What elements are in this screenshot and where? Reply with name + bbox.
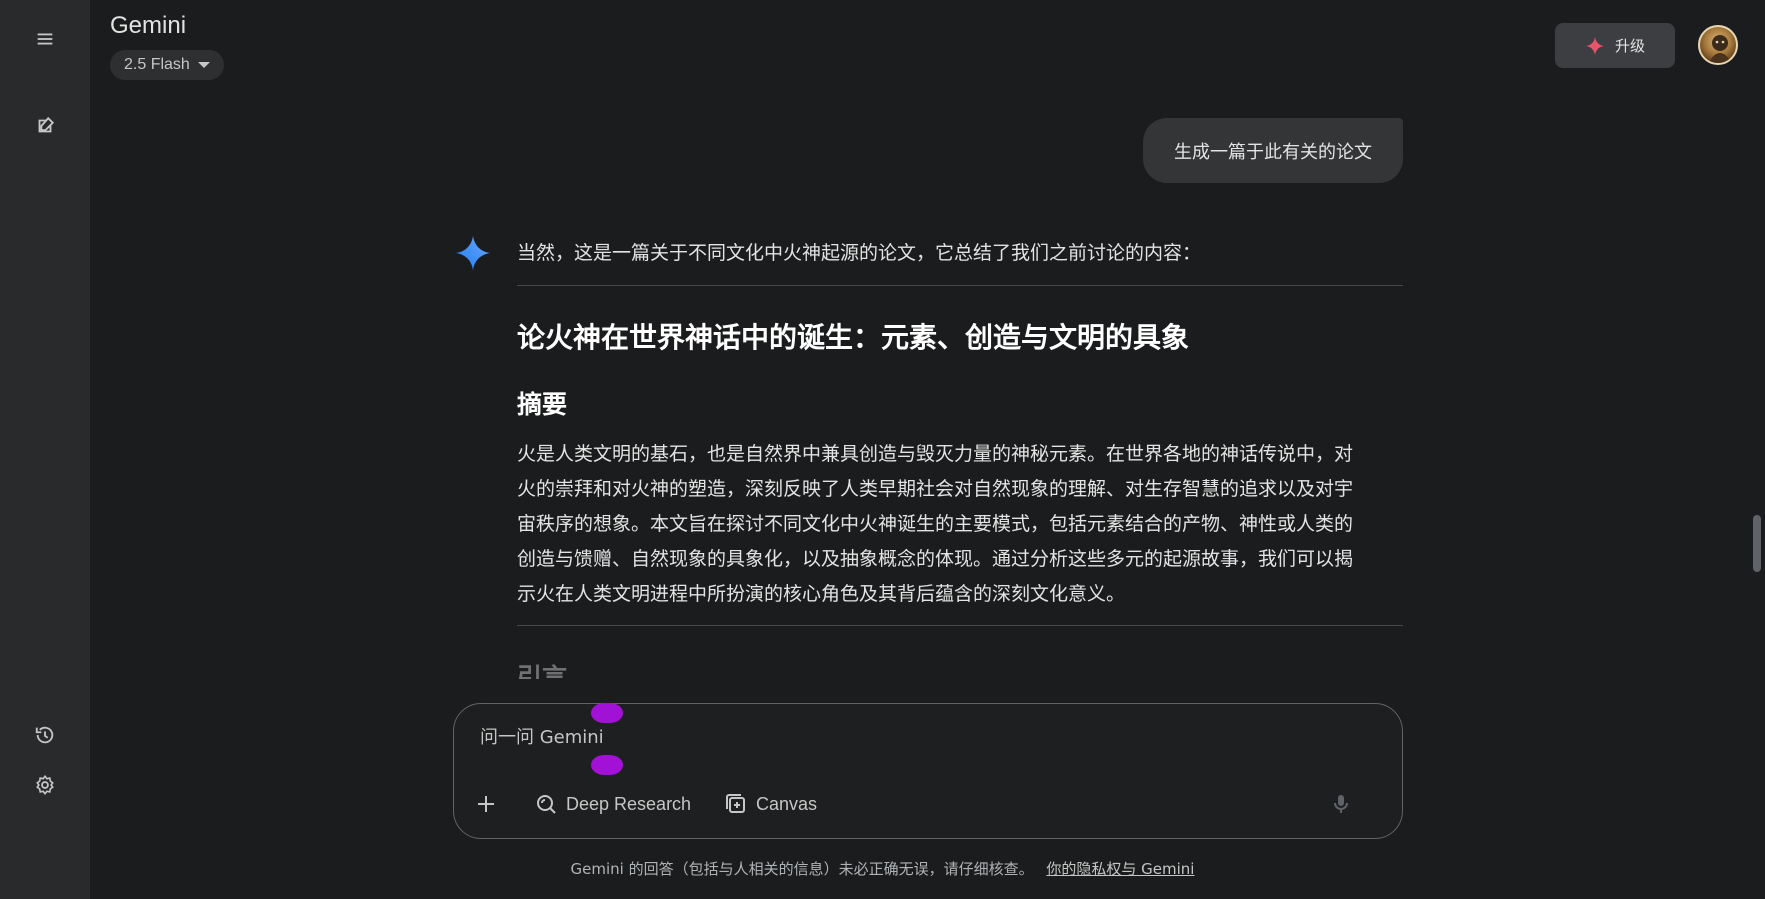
add-files-button[interactable] <box>474 787 498 821</box>
activity-button[interactable] <box>25 715 65 755</box>
upgrade-label: 升级 <box>1614 37 1645 55</box>
abstract-line: 创造与馈赠、自然现象的具象化，以及抽象概念的体现。通过分析这些多元的起源故事，我… <box>517 548 1354 570</box>
plus-icon <box>478 796 494 812</box>
app-title: Gemini <box>110 12 187 39</box>
menu-icon <box>37 33 53 45</box>
avatar-image <box>1709 35 1731 63</box>
disclaimer-text: Gemini 的回答（包括与人相关的信息）未必正确无误，请仔细核查。 <box>570 860 1034 878</box>
model-selector[interactable]: 2.5 Flash <box>110 50 224 80</box>
canvas-label: Canvas <box>756 793 818 814</box>
gear-icon <box>36 774 54 796</box>
chevron-down-icon <box>197 62 210 68</box>
gemini-logo-icon <box>455 235 491 271</box>
scrollbar-thumb[interactable] <box>1753 515 1761 572</box>
upgrade-button[interactable]: 升级 <box>1555 23 1675 68</box>
canvas-button[interactable]: Canvas <box>724 787 817 821</box>
user-message-text: 生成一篇于此有关的论文 <box>1174 141 1372 163</box>
response-intro: 当然，这是一篇关于不同文化中火神起源的论文，它总结了我们之前讨论的内容： <box>517 242 1202 264</box>
abstract-line: 示火在人类文明进程中所扮演的核心角色及其背后蕴含的深刻文化意义。 <box>517 583 1126 605</box>
spark-icon <box>1585 36 1605 55</box>
prompt-input[interactable] <box>478 726 1178 749</box>
model-label: 2.5 Flash <box>124 56 190 73</box>
new-chat-button[interactable] <box>25 106 65 146</box>
canvas-icon <box>726 794 745 813</box>
divider <box>517 285 1403 286</box>
abstract-line: 宙秩序的想象。本文旨在探讨不同文化中火神诞生的主要模式，包括元素结合的产物、神性… <box>517 513 1354 535</box>
history-icon <box>35 726 54 744</box>
microphone-icon <box>1334 795 1348 813</box>
cursor-marker-top <box>591 703 623 723</box>
settings-button[interactable] <box>25 765 65 805</box>
deep-research-button[interactable]: Deep Research <box>534 787 691 821</box>
intro-heading: 引言 <box>517 663 568 679</box>
abstract-line: 火的崇拜和对火神的塑造，深刻反映了人类早期社会对自然现象的理解、对生存智慧的追求… <box>517 478 1354 500</box>
microphone-button[interactable] <box>1329 787 1353 821</box>
footer-disclaimer: Gemini 的回答（包括与人相关的信息）未必正确无误，请仔细核查。 你的隐私权… <box>0 858 1765 879</box>
abstract-line: 火是人类文明的基石，也是自然界中兼具创造与毁灭力量的神秘元素。在世界各地的神话传… <box>517 443 1354 465</box>
deep-research-icon <box>537 795 556 814</box>
paper-title: 论火神在世界神话中的诞生：元素、创造与文明的具象 <box>517 321 1190 354</box>
edit-icon <box>38 116 55 133</box>
sidebar <box>0 0 90 899</box>
cursor-marker-bottom <box>591 755 623 775</box>
model-response: 当然，这是一篇关于不同文化中火神起源的论文，它总结了我们之前讨论的内容： 论火神… <box>517 238 1403 679</box>
abstract-body: 火是人类文明的基石，也是自然界中兼具创造与毁灭力量的神秘元素。在世界各地的神话传… <box>517 437 1403 612</box>
avatar[interactable] <box>1698 25 1738 65</box>
privacy-link[interactable]: 你的隐私权与 Gemini <box>1046 860 1194 878</box>
user-message: 生成一篇于此有关的论文 <box>1143 118 1403 183</box>
divider <box>517 625 1403 626</box>
abstract-heading: 摘要 <box>517 390 568 419</box>
deep-research-label: Deep Research <box>566 793 692 814</box>
main-menu-button[interactable] <box>25 19 65 59</box>
